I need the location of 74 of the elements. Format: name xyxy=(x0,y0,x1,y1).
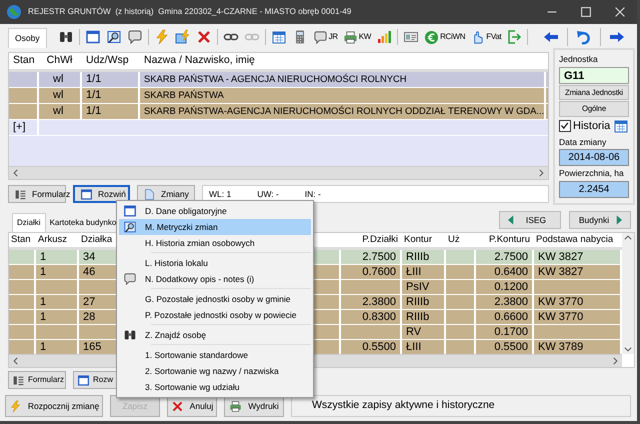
checkbox-label: Historia xyxy=(573,119,610,134)
back-arrow-icon[interactable] xyxy=(543,29,559,45)
button[interactable]: Rozwiń xyxy=(73,185,130,203)
table-row[interactable]: wl 1/1 SKARB PAŃSTWA-AGENCJA NIERUCHOMOŚCI ROLNYCH ODDZIAŁ TERENOWY W GDA... xyxy=(9,104,548,120)
speech-bubble-icon[interactable] xyxy=(126,29,143,45)
counter-label: UW: - xyxy=(257,188,279,200)
calendar-icon[interactable] xyxy=(613,118,629,134)
window-title: REJESTR GRUNTÓW (z historią) Gmina 220302_4-CZARNE - MIASTO obręb 0001-49 xyxy=(28,6,352,18)
list-icon xyxy=(12,374,25,386)
window-icon xyxy=(80,188,93,200)
table-row[interactable]: wl 1/1 SKARB PAŃSTWA - AGENCJA NIERUCHOMOŚCI ROLNYCH xyxy=(9,72,548,88)
column-header: Arkusz xyxy=(36,233,79,248)
maximize-icon[interactable] xyxy=(579,5,593,19)
tab[interactable]: Osoby xyxy=(8,28,47,48)
lightning-window-icon[interactable] xyxy=(174,29,191,45)
nav-button[interactable]: ISEG xyxy=(499,211,561,229)
column-header: Uż xyxy=(446,233,476,248)
lightning-icon[interactable] xyxy=(154,29,170,45)
globe-icon xyxy=(6,4,22,20)
nav-button[interactable]: Budynki xyxy=(569,211,631,229)
field-label: Jednostka xyxy=(559,53,599,66)
column-header: P.Działki xyxy=(341,233,402,248)
vertical-scrollbar[interactable] xyxy=(622,233,634,354)
undo-icon[interactable] xyxy=(576,29,592,45)
column-header: ChWł xyxy=(39,53,82,69)
area-field[interactable]: 2.2454 xyxy=(559,181,629,198)
unit-field[interactable]: G11 xyxy=(559,66,629,84)
id-card-icon[interactable] xyxy=(403,29,420,45)
column-header: Udz/Wsp xyxy=(82,53,140,69)
speech-bubble-icon xyxy=(123,272,137,286)
printer-icon xyxy=(342,30,358,44)
column-header: Kontur xyxy=(402,233,446,248)
toolbar-button[interactable]: RCiWN xyxy=(424,30,466,44)
calendar-icon[interactable] xyxy=(270,29,287,45)
euro-icon xyxy=(424,30,440,44)
cross-icon[interactable] xyxy=(196,29,212,45)
field-label: Powierzchnia, ha xyxy=(559,167,625,180)
toolbar-button[interactable]: JR xyxy=(312,30,338,44)
bar-chart-icon[interactable] xyxy=(376,29,392,45)
menu-item[interactable]: D. Dane obligatoryjne xyxy=(119,203,311,219)
table-row[interactable]: wl 1/1 SKARB PAŃSTWA xyxy=(9,88,548,104)
cross-icon xyxy=(170,400,184,412)
column-header: P.Konturu xyxy=(476,233,534,248)
column-header: Nazwa / Nazwisko, imię xyxy=(140,53,546,69)
checkbox[interactable] xyxy=(559,120,571,132)
button[interactable]: Rozpocznij zmianę xyxy=(5,395,103,417)
column-header: Stan xyxy=(9,53,39,69)
close-icon[interactable] xyxy=(613,5,627,19)
binoculars-icon[interactable] xyxy=(58,29,74,45)
exit-icon[interactable] xyxy=(506,29,522,45)
printer-icon xyxy=(229,400,242,412)
status-bar: Wszystkie zapisy aktywne i historyczne xyxy=(291,395,631,417)
lightning-icon xyxy=(8,400,22,412)
list-icon xyxy=(14,188,27,200)
menu-item[interactable]: M. Metryczki zmian xyxy=(119,219,311,235)
binoculars-icon xyxy=(123,328,137,342)
window-icon[interactable] xyxy=(84,29,101,45)
magnifier-window-icon xyxy=(123,220,137,234)
toolbar-button[interactable]: FVat xyxy=(470,30,502,44)
button[interactable]: Formularz xyxy=(8,371,66,389)
horizontal-scrollbar[interactable] xyxy=(9,166,548,179)
toolbar-button[interactable]: KW xyxy=(342,30,372,44)
magnifier-window-icon[interactable] xyxy=(106,29,122,45)
counter-label: IN: - xyxy=(304,188,321,200)
counter-label: WL: 1 xyxy=(209,188,232,200)
tab[interactable]: Działki xyxy=(12,213,46,232)
column-header: Stan xyxy=(9,233,36,248)
menu-item[interactable]: Z. Znajdź osobę xyxy=(119,327,311,343)
field-label: Data zmiany xyxy=(559,136,608,148)
window-icon xyxy=(77,374,90,386)
window-icon xyxy=(123,204,137,218)
date-field[interactable]: 2014-08-06 xyxy=(559,149,629,166)
forward-arrow-icon[interactable] xyxy=(609,29,625,45)
speech-bubble-icon xyxy=(312,30,328,44)
